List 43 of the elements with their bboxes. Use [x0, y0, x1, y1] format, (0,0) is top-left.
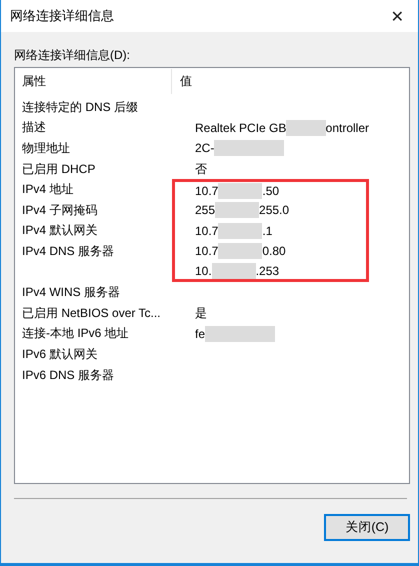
property-name: IPv4 默认网关 [22, 223, 98, 238]
property-value: 2C- [195, 141, 214, 156]
property-value: .50 [262, 184, 280, 198]
property-name: 物理地址 [22, 140, 70, 155]
window-title: 网络连接详细信息 [10, 7, 114, 25]
property-value: .1 [262, 224, 272, 238]
column-header[interactable]: 值 [172, 69, 192, 94]
redaction-patch [214, 140, 284, 156]
property-name: IPv4 WINS 服务器 [22, 285, 120, 300]
property-value: 0.80 [262, 244, 286, 258]
redaction-patch [205, 326, 276, 342]
property-value: 10.7 [195, 224, 218, 238]
property-value: ontroller [326, 120, 369, 135]
property-value: 是 [195, 304, 207, 322]
property-value: 10.7 [195, 244, 218, 258]
redaction-patch [215, 202, 260, 218]
redaction-patch [212, 262, 256, 279]
property-value: 255 [195, 203, 216, 218]
property-value: 255.0 [259, 203, 290, 218]
property-value: 10.7 [195, 184, 218, 198]
close-button[interactable]: ✕ [384, 6, 410, 26]
list-label: 网络连接详细信息(D): [14, 47, 131, 64]
property-name: IPv4 DNS 服务器 [22, 244, 114, 258]
property-name: 连接特定的 DNS 后缀 [22, 100, 138, 114]
property-value: 10. [195, 264, 212, 278]
property-name: IPv4 子网掩码 [22, 202, 98, 217]
property-name: IPv6 DNS 服务器 [22, 368, 114, 382]
property-name: 已启用 NetBIOS over Tc... [22, 306, 160, 320]
redaction-patch [286, 120, 326, 136]
property-value: 否 [195, 160, 207, 178]
property-value: .253 [256, 264, 280, 278]
property-name: 连接-本地 IPv6 地址 [22, 326, 129, 340]
property-name: 已启用 DHCP [22, 162, 96, 176]
close-button[interactable]: 关闭(C) [324, 514, 410, 541]
redaction-patch [218, 183, 262, 200]
property-name: IPv6 默认网关 [22, 346, 98, 361]
redaction-patch [218, 222, 262, 239]
property-name: IPv4 地址 [22, 182, 74, 196]
property-name: 描述 [22, 120, 46, 134]
property-value: Realtek PCIe GB [195, 120, 286, 135]
column-header[interactable]: 属性 [21, 69, 172, 94]
property-value: fe [195, 326, 206, 341]
redaction-patch [218, 243, 262, 260]
